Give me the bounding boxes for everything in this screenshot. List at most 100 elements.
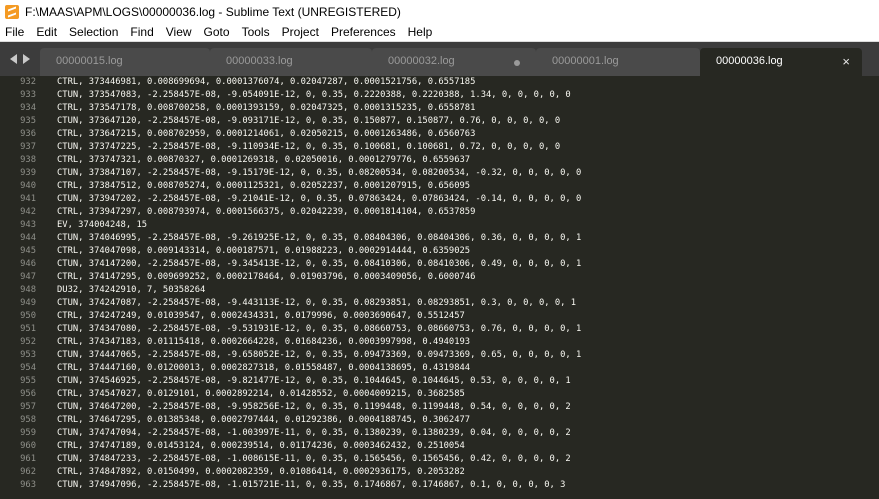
tab-00000033-log[interactable]: 00000033.log — [210, 48, 372, 76]
line-text[interactable]: CTRL, 373547178, 0.008700258, 0.00013931… — [57, 102, 475, 115]
line-number: 963 — [20, 480, 36, 490]
close-tab-icon[interactable]: × — [842, 54, 850, 69]
code-line: 951 CTUN, 374347080, -2.258457E-08, -9.53… — [0, 323, 879, 336]
code-line: 932 CTRL, 373446981, 0.008699694, 0.00013… — [0, 76, 879, 89]
tab-scroll-right-icon[interactable] — [23, 54, 30, 64]
line-text[interactable]: CTUN, 374647200, -2.258457E-08, -9.95825… — [57, 401, 571, 414]
line-text[interactable]: CTRL, 374647295, 0.01385348, 0.000279744… — [57, 414, 470, 427]
line-text[interactable]: CTUN, 374447065, -2.258457E-08, -9.65805… — [57, 349, 581, 362]
menu-goto[interactable]: Goto — [198, 23, 236, 41]
menu-view[interactable]: View — [160, 23, 198, 41]
line-text[interactable]: CTRL, 374047098, 0.009143314, 0.00018757… — [57, 245, 470, 258]
code-line: 934 CTRL, 373547178, 0.008700258, 0.00013… — [0, 102, 879, 115]
menu-selection[interactable]: Selection — [63, 23, 124, 41]
code-line: 936 CTRL, 373647215, 0.008702959, 0.00012… — [0, 128, 879, 141]
unsaved-dot-icon[interactable] — [514, 60, 520, 66]
line-text[interactable]: CTUN, 374147200, -2.258457E-08, -9.34541… — [57, 258, 581, 271]
line-text[interactable]: CTRL, 373947297, 0.008793974, 0.00015663… — [57, 206, 475, 219]
tab-label: 00000032.log — [388, 55, 455, 67]
line-text[interactable]: EV, 374004248, 15 — [57, 219, 147, 232]
line-text[interactable]: CTRL, 374247249, 0.01039547, 0.000243433… — [57, 310, 465, 323]
menu-find[interactable]: Find — [124, 23, 159, 41]
line-number: 934 — [20, 103, 36, 113]
tab-bar: 00000015.log 00000033.log 00000032.log 0000… — [0, 42, 879, 76]
line-text[interactable]: CTUN, 373647120, -2.258457E-08, -9.09317… — [57, 115, 560, 128]
code-line: 957 CTUN, 374647200, -2.258457E-08, -9.95… — [0, 401, 879, 414]
menu-bar: File Edit Selection Find View Goto Tools Projec… — [0, 23, 879, 42]
line-number: 943 — [20, 220, 36, 230]
line-text[interactable]: CTUN, 374347080, -2.258457E-08, -9.53193… — [57, 323, 581, 336]
code-line: 943 EV, 374004248, 15 — [0, 219, 879, 232]
sublime-text-icon — [5, 4, 19, 19]
code-line: 956 CTRL, 374547027, 0.0129101, 0.0002892… — [0, 388, 879, 401]
line-text[interactable]: CTRL, 373647215, 0.008702959, 0.00012140… — [57, 128, 475, 141]
code-line: 958 CTRL, 374647295, 0.01385348, 0.000279… — [0, 414, 879, 427]
line-number: 940 — [20, 181, 36, 191]
tab-00000032-log[interactable]: 00000032.log — [372, 48, 536, 76]
line-text[interactable]: CTUN, 374747094, -2.258457E-08, -1.00399… — [57, 427, 571, 440]
menu-edit[interactable]: Edit — [30, 23, 63, 41]
line-text[interactable]: CTUN, 374947096, -2.258457E-08, -1.01572… — [57, 479, 565, 492]
menu-preferences[interactable]: Preferences — [325, 23, 402, 41]
line-text[interactable]: CTRL, 373446981, 0.008699694, 0.00013760… — [57, 76, 475, 89]
line-number: 950 — [20, 311, 36, 321]
line-number: 945 — [20, 246, 36, 256]
code-line: 941 CTUN, 373947202, -2.258457E-08, -9.21… — [0, 193, 879, 206]
line-text[interactable]: CTRL, 374847892, 0.0150499, 0.0002082359… — [57, 466, 465, 479]
code-line: 963 CTUN, 374947096, -2.258457E-08, -1.01… — [0, 479, 879, 492]
line-number: 949 — [20, 298, 36, 308]
line-text[interactable]: CTRL, 374547027, 0.0129101, 0.0002892214… — [57, 388, 465, 401]
code-line: 962 CTRL, 374847892, 0.0150499, 0.0002082… — [0, 466, 879, 479]
line-text[interactable]: DU32, 374242910, 7, 50358264 — [57, 284, 205, 297]
line-number: 962 — [20, 467, 36, 477]
line-text[interactable]: CTRL, 374347183, 0.01115418, 0.000266422… — [57, 336, 470, 349]
line-number: 944 — [20, 233, 36, 243]
code-line: 937 CTUN, 373747225, -2.258457E-08, -9.11… — [0, 141, 879, 154]
line-text[interactable]: CTUN, 373547083, -2.258457E-08, -9.05409… — [57, 89, 571, 102]
title-bar: F:\MAAS\APM\LOGS\00000036.log - Sublime … — [0, 0, 879, 23]
menu-help[interactable]: Help — [402, 23, 439, 41]
line-number: 951 — [20, 324, 36, 334]
line-text[interactable]: CTUN, 373747225, -2.258457E-08, -9.11093… — [57, 141, 560, 154]
tab-scroll-left-icon[interactable] — [10, 54, 17, 64]
code-line: 960 CTRL, 374747189, 0.01453124, 0.000239… — [0, 440, 879, 453]
line-text[interactable]: CTRL, 373747321, 0.00870327, 0.000126931… — [57, 154, 470, 167]
line-number: 953 — [20, 350, 36, 360]
line-text[interactable]: CTRL, 374747189, 0.01453124, 0.000239514… — [57, 440, 465, 453]
code-line: 944 CTUN, 374046995, -2.258457E-08, -9.26… — [0, 232, 879, 245]
editor-area[interactable]: 932 CTRL, 373446981, 0.008699694, 0.00013… — [0, 76, 879, 499]
line-number: 957 — [20, 402, 36, 412]
line-text[interactable]: CTUN, 374546925, -2.258457E-08, -9.82147… — [57, 375, 571, 388]
code-line: 933 CTUN, 373547083, -2.258457E-08, -9.05… — [0, 89, 879, 102]
line-number: 956 — [20, 389, 36, 399]
line-text[interactable]: CTRL, 374147295, 0.009699252, 0.00021784… — [57, 271, 475, 284]
menu-file[interactable]: File — [0, 23, 30, 41]
tab-00000015-log[interactable]: 00000015.log — [40, 48, 210, 76]
line-number: 933 — [20, 90, 36, 100]
line-number: 959 — [20, 428, 36, 438]
code-line: 954 CTRL, 374447160, 0.01200013, 0.000282… — [0, 362, 879, 375]
line-text[interactable]: CTUN, 374046995, -2.258457E-08, -9.26192… — [57, 232, 581, 245]
code-line: 942 CTRL, 373947297, 0.008793974, 0.00015… — [0, 206, 879, 219]
line-text[interactable]: CTUN, 374247087, -2.258457E-08, -9.44311… — [57, 297, 576, 310]
line-text[interactable]: CTUN, 374847233, -2.258457E-08, -1.00861… — [57, 453, 571, 466]
line-number: 946 — [20, 259, 36, 269]
code-line: 940 CTRL, 373847512, 0.008705274, 0.00011… — [0, 180, 879, 193]
line-number: 935 — [20, 116, 36, 126]
tab-00000036-log[interactable]: 00000036.log × — [700, 48, 862, 76]
line-number: 960 — [20, 441, 36, 451]
tab-00000001-log[interactable]: 00000001.log — [536, 48, 700, 76]
line-number: 961 — [20, 454, 36, 464]
code-line: 953 CTUN, 374447065, -2.258457E-08, -9.65… — [0, 349, 879, 362]
line-text[interactable]: CTRL, 373847512, 0.008705274, 0.00011253… — [57, 180, 470, 193]
menu-tools[interactable]: Tools — [236, 23, 276, 41]
line-text[interactable]: CTUN, 373847107, -2.258457E-08, -9.15179… — [57, 167, 581, 180]
code-line: 939 CTUN, 373847107, -2.258457E-08, -9.15… — [0, 167, 879, 180]
line-number: 947 — [20, 272, 36, 282]
line-text[interactable]: CTUN, 373947202, -2.258457E-08, -9.21041… — [57, 193, 581, 206]
code-line: 938 CTRL, 373747321, 0.00870327, 0.000126… — [0, 154, 879, 167]
line-number: 939 — [20, 168, 36, 178]
tab-label: 00000036.log — [716, 55, 783, 67]
menu-project[interactable]: Project — [276, 23, 325, 41]
line-text[interactable]: CTRL, 374447160, 0.01200013, 0.000282731… — [57, 362, 470, 375]
